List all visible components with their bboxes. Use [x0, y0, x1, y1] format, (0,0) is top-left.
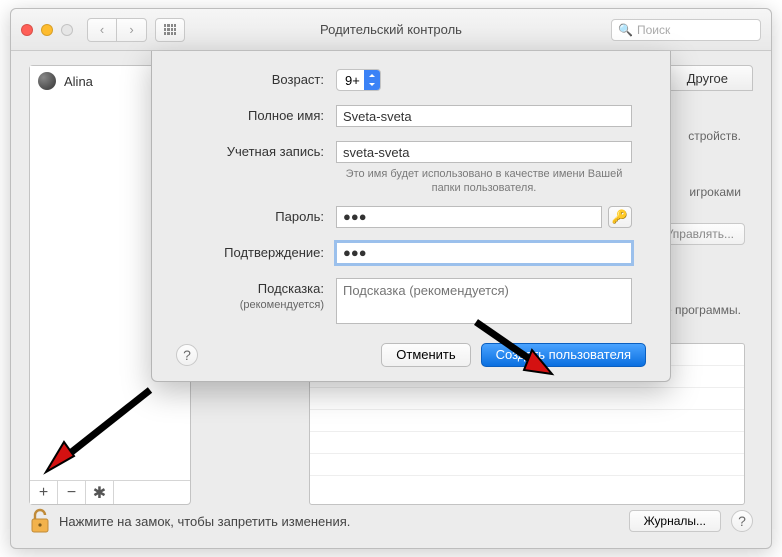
sheet-help-button[interactable]: ? [176, 344, 198, 366]
show-all-button[interactable] [155, 18, 185, 42]
age-value: 9+ [345, 73, 360, 88]
forward-button[interactable]: › [117, 18, 147, 42]
minimize-icon[interactable] [41, 24, 53, 36]
lock-open-icon[interactable] [29, 508, 51, 534]
user-options-button[interactable]: ✱ [86, 481, 114, 504]
titlebar: ‹ › Родительский контроль 🔍 Поиск [11, 9, 771, 51]
lock-hint: Нажмите на замок, чтобы запретить измене… [59, 514, 350, 529]
hint-label: Подсказка:(рекомендуется) [176, 278, 336, 311]
fullname-input[interactable] [336, 105, 632, 127]
help-button[interactable]: ? [731, 510, 753, 532]
remove-user-button[interactable]: − [58, 481, 86, 504]
bg-text-programs: е программы. [665, 303, 741, 317]
preferences-window: ‹ › Родительский контроль 🔍 Поиск Alina … [10, 8, 772, 549]
age-label: Возраст: [176, 69, 336, 87]
tab-other[interactable]: Другое [670, 66, 744, 90]
grid-icon [164, 24, 176, 36]
password-label: Пароль: [176, 206, 336, 224]
avatar [38, 72, 56, 90]
zoom-icon [61, 24, 73, 36]
age-select[interactable]: 9+ [336, 69, 381, 91]
sidebar-tools: + − ✱ [30, 480, 190, 504]
account-input[interactable] [336, 141, 632, 163]
sidebar-user-name: Alina [64, 74, 93, 89]
fullname-label: Полное имя: [176, 105, 336, 123]
add-user-button[interactable]: + [30, 481, 58, 504]
create-user-button[interactable]: Создать пользователя [481, 343, 646, 367]
nav-buttons: ‹ › [87, 18, 147, 42]
close-icon[interactable] [21, 24, 33, 36]
journals-button[interactable]: Журналы... [629, 510, 721, 532]
bg-text-players: игроками [689, 185, 741, 199]
hint-textarea[interactable] [336, 278, 632, 324]
search-icon: 🔍 [618, 23, 633, 37]
bg-text-devices: стройств. [688, 129, 741, 143]
create-user-sheet: Возраст: 9+ Полное имя: Учетная запись: … [151, 51, 671, 382]
footer: Нажмите на замок, чтобы запретить измене… [29, 506, 753, 536]
window-title: Родительский контроль [320, 22, 462, 37]
account-hint: Это имя будет использовано в качестве им… [336, 167, 632, 196]
back-button[interactable]: ‹ [87, 18, 117, 42]
cancel-button[interactable]: Отменить [381, 343, 470, 367]
confirm-input[interactable] [336, 242, 632, 264]
search-input[interactable]: 🔍 Поиск [611, 19, 761, 41]
search-placeholder: Поиск [637, 23, 670, 37]
account-label: Учетная запись: [176, 141, 336, 159]
password-assistant-button[interactable]: 🔑 [608, 206, 632, 228]
window-controls [21, 24, 73, 36]
password-input[interactable] [336, 206, 602, 228]
chevron-updown-icon [364, 70, 380, 90]
confirm-label: Подтверждение: [176, 242, 336, 260]
key-icon: 🔑 [612, 209, 628, 225]
